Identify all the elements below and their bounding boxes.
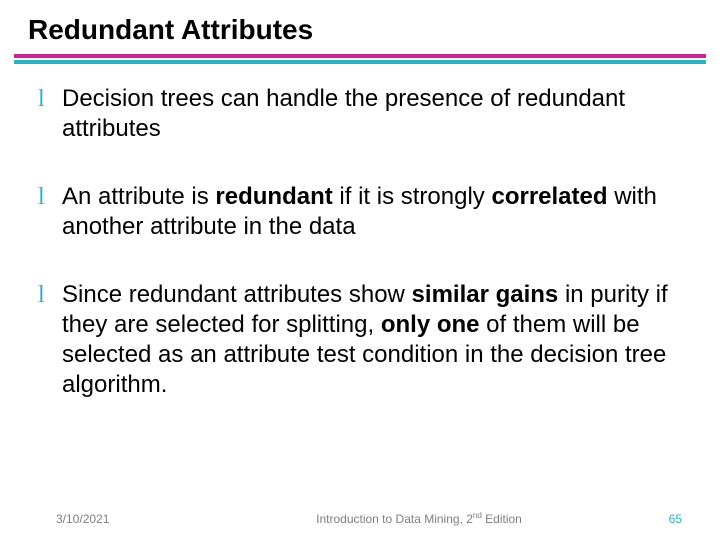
bullet-text: An attribute is redundant if it is stron… <box>62 182 682 242</box>
slide: Redundant Attributes l Decision trees ca… <box>0 0 720 540</box>
bullet-item: l An attribute is redundant if it is str… <box>38 182 682 242</box>
bullet-marker: l <box>38 182 62 212</box>
bullet-text: Since redundant attributes show similar … <box>62 280 682 400</box>
rule-magenta <box>14 54 706 58</box>
bullet-marker: l <box>38 84 62 114</box>
bullet-item: l Decision trees can handle the presence… <box>38 84 682 144</box>
footer-title-pre: Introduction to Data Mining, 2 <box>316 512 473 526</box>
footer-title: Introduction to Data Mining, 2nd Edition <box>216 511 622 526</box>
footer-date: 3/10/2021 <box>56 512 216 526</box>
slide-title: Redundant Attributes <box>0 0 720 54</box>
footer-title-post: Edition <box>482 512 522 526</box>
footer-page-number: 65 <box>622 512 682 526</box>
content-area: l Decision trees can handle the presence… <box>0 64 720 400</box>
footer: 3/10/2021 Introduction to Data Mining, 2… <box>0 511 720 526</box>
footer-title-sup: nd <box>473 511 482 520</box>
title-rules <box>14 54 706 64</box>
bullet-marker: l <box>38 280 62 310</box>
bullet-item: l Since redundant attributes show simila… <box>38 280 682 400</box>
bullet-text: Decision trees can handle the presence o… <box>62 84 682 144</box>
